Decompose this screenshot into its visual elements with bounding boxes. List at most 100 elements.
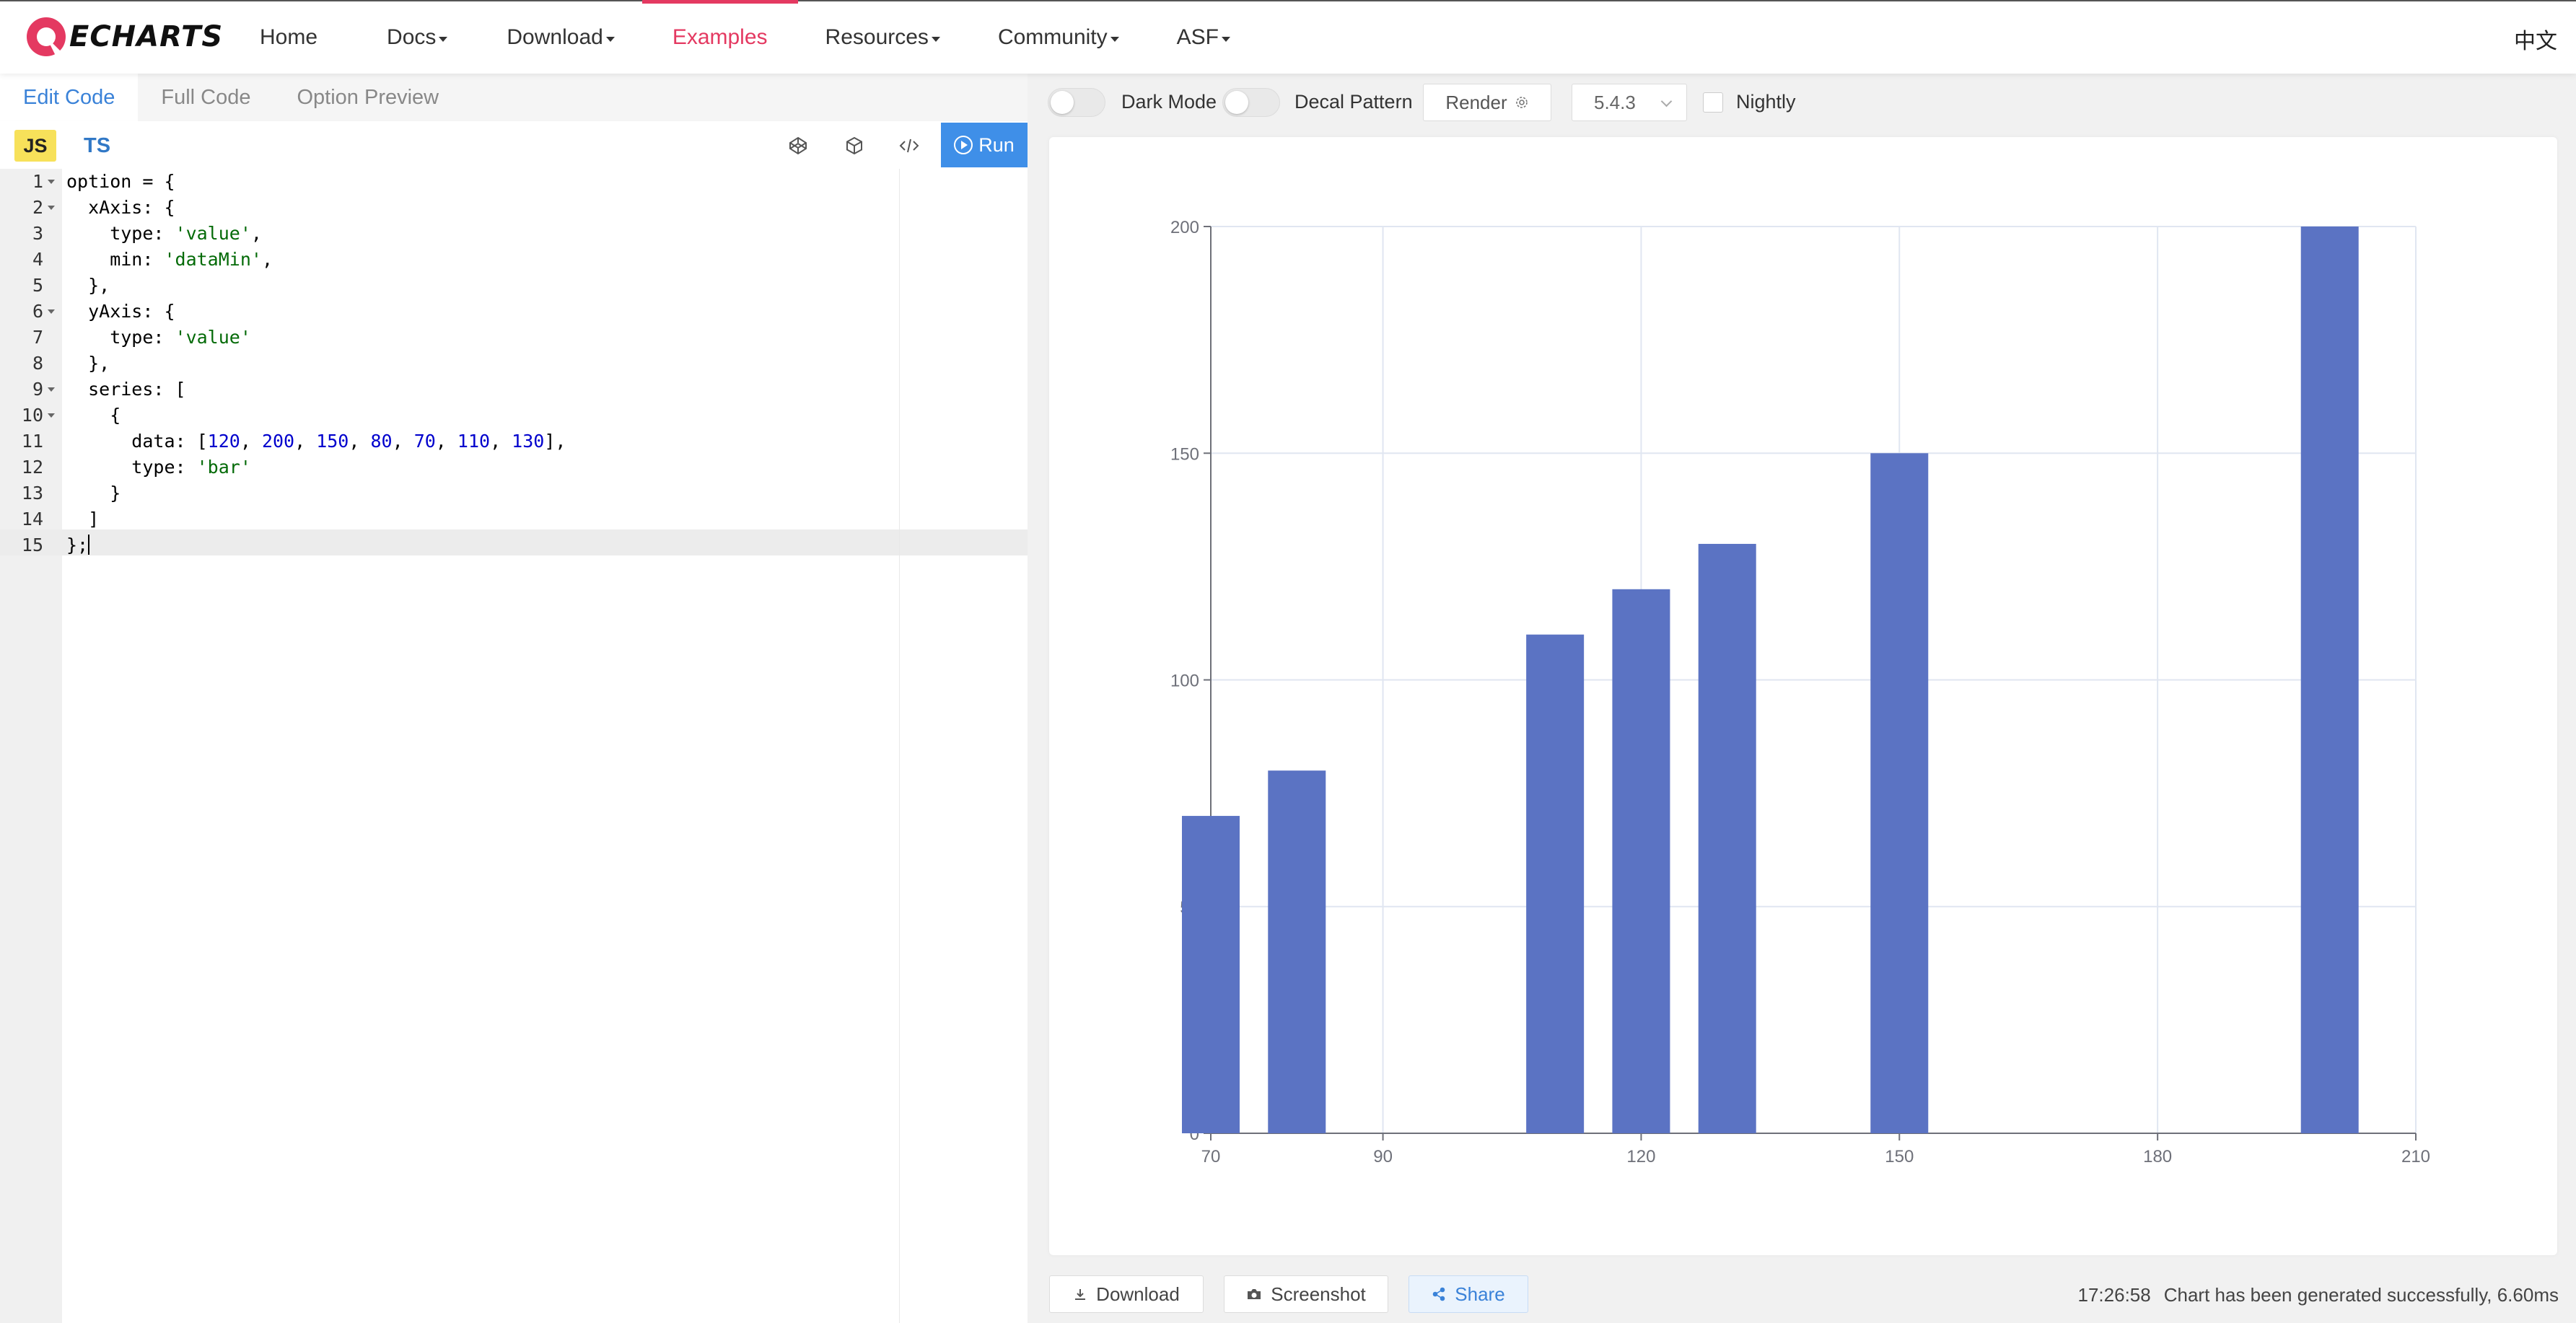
fold-arrow-icon[interactable] [48,413,55,418]
nav-item-examples[interactable]: Examples [641,0,798,74]
screenshot-button[interactable]: Screenshot [1224,1275,1388,1313]
line-number: 11 [21,431,43,452]
code-token: type: [66,223,175,244]
echarts-logo-icon [27,17,66,57]
code-token: 'bar' [196,457,251,478]
version-value: 5.4.3 [1594,91,1636,113]
download-button[interactable]: Download [1049,1275,1204,1313]
code-line: 4 min: 'dataMin', [0,247,1028,273]
code-token: ] [66,509,100,529]
preview-panel: Dark Mode Decal Pattern Render 5.4.3 Nig… [1028,74,2576,1323]
line-number: 5 [32,275,43,296]
nav-item-community[interactable]: Community [998,1,1119,74]
code-token: yAxis: { [66,301,175,322]
nav-item-resources[interactable]: Resources [825,1,940,74]
chevron-down-icon [1660,95,1673,107]
code-token: , [294,431,317,452]
editor-tabs: Edit Code Full Code Option Preview [0,74,1028,121]
echarts-logo[interactable]: ECHARTS [25,13,223,61]
bar-chart: 0501001502007090120150180210 [1170,218,2430,1166]
code-text: xAxis: { [66,195,175,221]
chart-container[interactable]: 0501001502007090120150180210 [1049,137,2557,1255]
js-toggle[interactable]: JS [14,130,56,162]
dark-mode-toggle[interactable] [1048,88,1105,117]
tab-full-code[interactable]: Full Code [138,74,273,121]
code-text: option = { [66,169,175,195]
nav-item-docs[interactable]: Docs [387,1,448,74]
language-bar: JS TS Run [0,121,1028,169]
tab-option-preview[interactable]: Option Preview [273,74,462,121]
caret-down-icon [1110,36,1119,42]
code-token: 'value' [175,223,251,244]
code-text: type: 'bar' [66,454,251,480]
bar [1182,816,1240,1133]
codesandbox-icon[interactable] [840,131,869,160]
fold-arrow-icon[interactable] [48,387,55,392]
fold-arrow-icon[interactable] [48,309,55,314]
share-button[interactable]: Share [1409,1275,1528,1313]
code-token: min: [66,249,165,270]
code-token: xAxis: { [66,197,175,218]
text-cursor [88,535,90,555]
code-token: }, [66,275,110,296]
tab-edit-code[interactable]: Edit Code [0,74,139,121]
code-token: 80 [370,431,393,452]
code-text: }, [66,273,110,299]
line-number: 3 [32,223,43,244]
fold-arrow-icon[interactable] [48,206,55,210]
line-number: 12 [21,457,43,478]
code-line: 8 }, [0,351,1028,377]
decal-pattern-toggle[interactable] [1222,88,1280,117]
nav-item-asf[interactable]: ASF [1177,1,1230,74]
camera-icon [1248,1289,1261,1299]
y-tick-label: 150 [1170,444,1199,464]
bar [1870,453,1929,1133]
preview-footer: Download Screenshot Share 17:26:58 Chart … [1028,1270,2576,1317]
code-token: , [250,223,262,244]
code-line: 15}; [0,532,1028,558]
code-text: yAxis: { [66,299,175,325]
status-time: 17:26:58 [2077,1284,2151,1306]
code-line: 2 xAxis: { [0,195,1028,221]
code-line: 9 series: [ [0,377,1028,403]
code-token: series: [ [66,379,186,400]
code-text: { [66,403,121,428]
code-line: 3 type: 'value', [0,221,1028,247]
bar [2300,227,2359,1133]
nav-item-download[interactable]: Download [507,1,615,74]
code-token: type: [66,327,175,348]
bar [1698,543,1756,1133]
status-text: 17:26:58 Chart has been generated success… [2078,1284,2559,1306]
line-number: 7 [32,327,43,348]
x-tick-label: 150 [1885,1147,1914,1166]
code-token: type: [66,457,197,478]
code-line: 1 option = { [0,169,1028,195]
run-label: Run [978,133,1015,156]
code-token: } [66,483,121,504]
screenshot-label: Screenshot [1271,1283,1366,1305]
language-switch[interactable]: 中文 [2514,23,2557,55]
fold-arrow-icon[interactable] [48,180,55,184]
code-embed-icon[interactable] [895,131,924,160]
x-tick-label: 70 [1201,1147,1221,1166]
render-button[interactable]: Render [1423,84,1551,121]
run-button[interactable]: Run [941,123,1028,167]
gear-icon [1515,97,1528,108]
line-number: 14 [21,509,43,529]
code-token: { [66,405,121,426]
codepen-icon[interactable] [784,131,812,160]
code-editor[interactable]: 1 option = {2 xAxis: {3 type: 'value', 4 m… [0,169,1028,1323]
nav-item-label: ASF [1176,25,1219,49]
render-label: Render [1445,91,1507,113]
code-text: series: [ [66,377,186,403]
ts-toggle[interactable]: TS [84,130,110,162]
caret-down-icon [605,36,615,42]
y-tick-label: 200 [1170,218,1199,237]
code-token: }, [66,353,110,374]
version-select[interactable]: 5.4.3 [1572,84,1687,121]
code-token: , [490,431,512,452]
x-tick-label: 90 [1373,1147,1393,1166]
nav-item-label: Resources [825,25,929,49]
nav-item-home[interactable]: Home [260,1,317,74]
nightly-checkbox[interactable] [1703,92,1723,113]
